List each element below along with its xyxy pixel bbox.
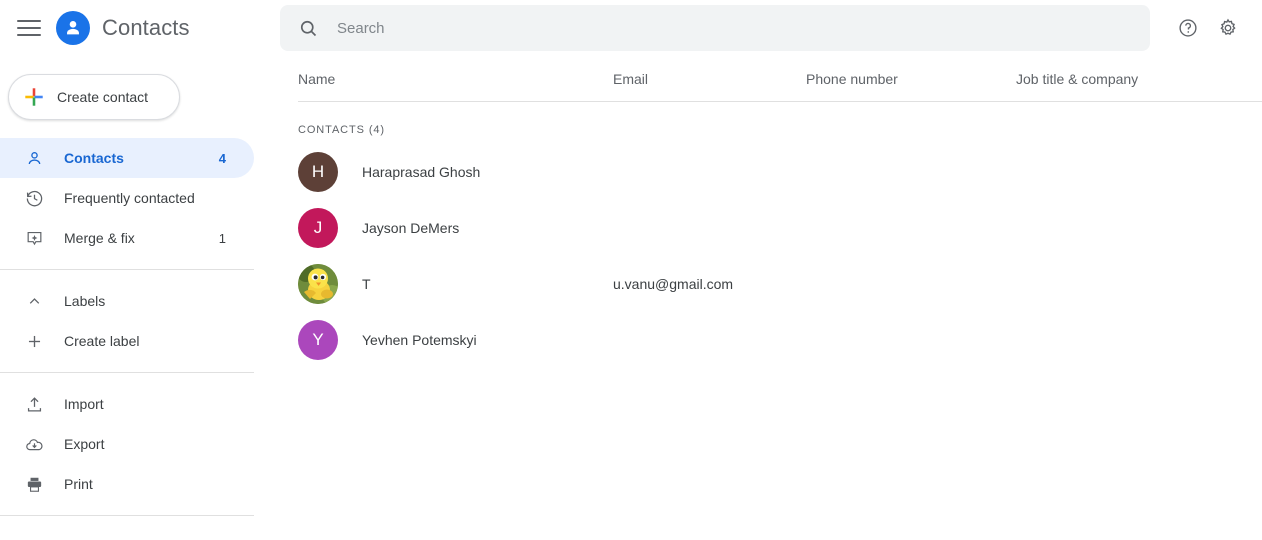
- sidebar: Contacts Create contact Contacts 4 Frequ…: [0, 0, 280, 540]
- contacts-group-label: CONTACTS (4): [298, 124, 385, 136]
- table-header-row: Name Email Phone number Job title & comp…: [298, 56, 1262, 102]
- sidebar-item-print[interactable]: Print: [0, 464, 254, 504]
- table-row[interactable]: Tu.vanu@gmail.com: [298, 256, 1262, 312]
- sidebar-header: Contacts: [0, 0, 280, 56]
- top-bar: [280, 0, 1262, 56]
- sidebar-item-other-contacts[interactable]: Other contacts: [0, 527, 254, 540]
- plus-icon: [24, 331, 44, 351]
- column-header-email: Email: [613, 70, 649, 87]
- sidebar-item-import[interactable]: Import: [0, 384, 254, 424]
- table-row[interactable]: J Jayson DeMers: [298, 200, 1262, 256]
- sidebar-section-labels[interactable]: Labels: [0, 281, 280, 321]
- contact-name: T: [362, 276, 371, 292]
- merge-fix-icon: [24, 228, 44, 248]
- google-plus-icon: [23, 86, 45, 108]
- sidebar-divider-2: [0, 372, 254, 373]
- contact-name-cell: J Jayson DeMers: [298, 208, 613, 248]
- contact-name-cell: T: [298, 264, 613, 304]
- avatar[interactable]: H: [298, 152, 338, 192]
- contacts-app: Contacts Create contact Contacts 4 Frequ…: [0, 0, 1262, 540]
- search-bar[interactable]: [280, 5, 1150, 51]
- person-circle-icon: [56, 11, 90, 45]
- upload-icon: [24, 394, 44, 414]
- search-icon: [298, 18, 319, 39]
- create-contact-button[interactable]: Create contact: [8, 74, 180, 120]
- contact-name-cell: H Haraprasad Ghosh: [298, 152, 613, 192]
- sidebar-item-create-label[interactable]: Create label: [0, 321, 254, 361]
- main-content: Name Email Phone number Job title & comp…: [280, 0, 1262, 540]
- gear-icon: [1217, 17, 1239, 39]
- contact-email: u.vanu@gmail.com: [613, 276, 734, 292]
- contact-name: Jayson DeMers: [362, 220, 460, 236]
- person-icon: [24, 148, 44, 168]
- contact-name-cell: Y Yevhen Potemskyi: [298, 320, 613, 360]
- sidebar-item-count: 1: [218, 230, 226, 246]
- printer-icon: [24, 474, 44, 494]
- history-clock-icon: [24, 188, 44, 208]
- sidebar-divider-3: [0, 515, 254, 516]
- avatar[interactable]: Y: [298, 320, 338, 360]
- avatar[interactable]: J: [298, 208, 338, 248]
- cloud-download-icon: [24, 434, 44, 454]
- table-row[interactable]: H Haraprasad Ghosh: [298, 144, 1262, 200]
- sidebar-item-label: Contacts: [64, 150, 124, 166]
- sidebar-item-contacts[interactable]: Contacts 4: [0, 138, 254, 178]
- contact-name: Haraprasad Ghosh: [362, 164, 481, 180]
- sidebar-item-label: Export: [64, 436, 105, 452]
- app-brand: Contacts: [56, 11, 190, 45]
- sidebar-section-label: Labels: [64, 293, 106, 309]
- column-header-name: Name: [298, 70, 336, 87]
- sidebar-item-merge-and-fix[interactable]: Merge & fix 1: [0, 218, 254, 258]
- sidebar-item-count: 4: [218, 150, 226, 166]
- column-header-job: Job title & company: [1016, 70, 1139, 87]
- chevron-up-icon: [24, 291, 44, 311]
- settings-button[interactable]: [1208, 8, 1248, 48]
- contacts-table: Name Email Phone number Job title & comp…: [280, 56, 1262, 368]
- help-circle-icon: [1177, 17, 1199, 39]
- hamburger-menu-icon[interactable]: [16, 15, 42, 41]
- contacts-row-list: H Haraprasad Ghosh J Jayson DeMers Tu.vanu@g…: [298, 144, 1262, 368]
- sidebar-item-label: Frequently contacted: [64, 190, 195, 206]
- contact-name: Yevhen Potemskyi: [362, 332, 477, 348]
- create-contact-label: Create contact: [57, 89, 149, 105]
- sidebar-divider-1: [0, 269, 254, 270]
- sidebar-item-label: Merge & fix: [64, 230, 135, 246]
- help-button[interactable]: [1168, 8, 1208, 48]
- bird-photo-icon: [298, 264, 338, 304]
- sidebar-item-label: Import: [64, 396, 104, 412]
- page-title: Contacts: [102, 15, 190, 40]
- search-input[interactable]: [337, 19, 1150, 37]
- sidebar-nav: Contacts 4 Frequently contacted Merge & …: [0, 138, 280, 540]
- column-header-phone: Phone number: [806, 70, 898, 87]
- avatar-photo[interactable]: [298, 264, 338, 304]
- sidebar-item-export[interactable]: Export: [0, 424, 254, 464]
- sidebar-item-label: Create label: [64, 333, 140, 349]
- sidebar-item-label: Print: [64, 476, 93, 492]
- sidebar-item-frequently-contacted[interactable]: Frequently contacted: [0, 178, 254, 218]
- table-row[interactable]: Y Yevhen Potemskyi: [298, 312, 1262, 368]
